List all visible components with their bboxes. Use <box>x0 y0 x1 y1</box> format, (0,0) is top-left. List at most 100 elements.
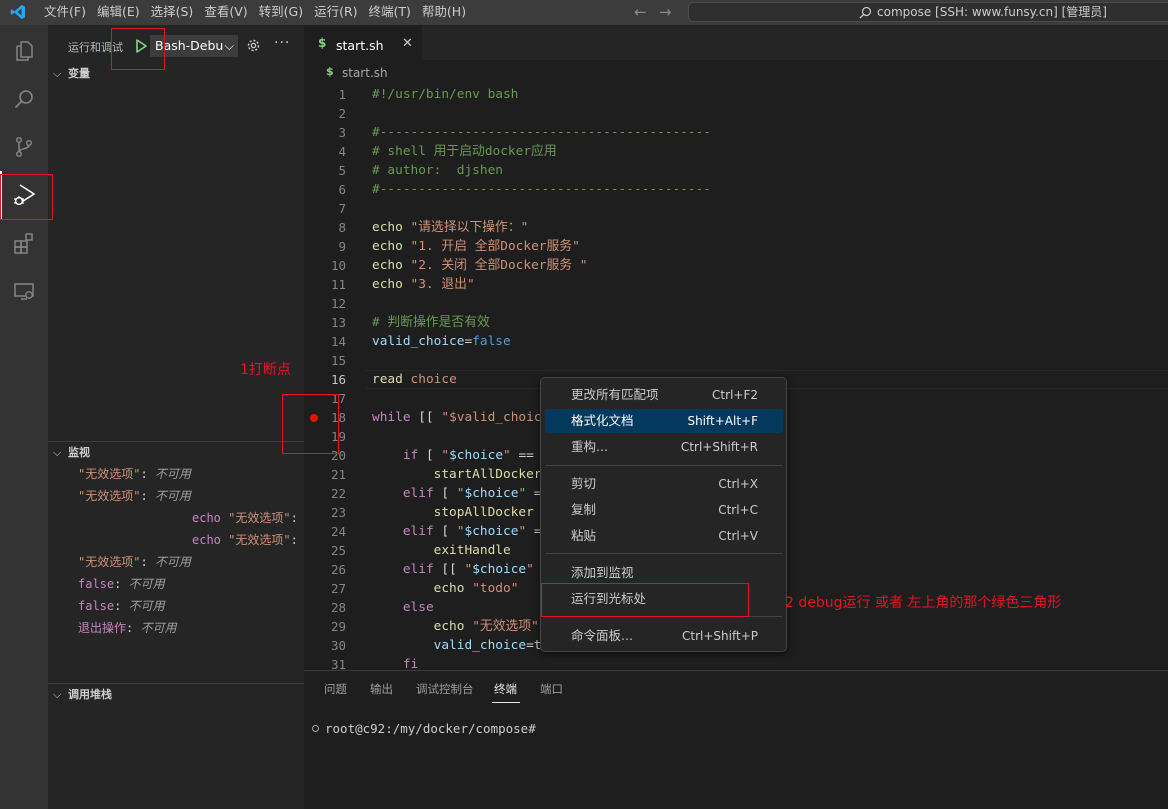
terminal-line[interactable]: root@c92:/my/docker/compose# <box>312 721 536 736</box>
arrow-left-icon[interactable]: ← <box>634 3 647 21</box>
variables-section-header[interactable]: ⌵ 变量 <box>48 63 304 85</box>
menu-item-add-to-watch[interactable]: 添加到监视 <box>545 561 783 585</box>
more-actions-icon[interactable]: ··· <box>274 35 290 51</box>
watch-item[interactable]: echo "无效选项": <box>192 529 298 551</box>
watch-expression: "无效选项" <box>228 533 291 547</box>
debug-config-name: Bash-Debug <box>155 38 232 53</box>
extensions-icon[interactable] <box>0 219 48 267</box>
menu-edit[interactable]: 编辑(E) <box>97 0 147 25</box>
watch-expression-prefix: echo <box>192 511 229 525</box>
menu-item-paste[interactable]: 粘贴 Ctrl+V <box>545 524 783 548</box>
code-line[interactable]: 4 # shell 用于启动docker应用 <box>304 142 1168 161</box>
menu-selection[interactable]: 选择(S) <box>151 0 201 25</box>
annotation-box-run-to-cursor <box>541 583 749 617</box>
code-line[interactable]: 14 valid_choice=false <box>304 332 1168 351</box>
line-number: 30 <box>330 638 346 653</box>
code-line[interactable]: 9 echo "1. 开启 全部Docker服务" <box>304 237 1168 256</box>
terminal-prompt: root@c92:/my/docker/compose# <box>325 721 536 736</box>
tab-ports[interactable]: 端口 <box>540 681 563 697</box>
code-line[interactable]: 2 <box>304 104 1168 123</box>
watch-item[interactable]: "无效选项": 不可用 <box>78 463 191 485</box>
code-token: = <box>464 334 473 349</box>
search-icon[interactable] <box>0 75 48 123</box>
tab-debug-console[interactable]: 调试控制台 <box>416 681 474 697</box>
menu-item-change-all-occurrences[interactable]: 更改所有匹配项 Ctrl+F2 <box>545 383 783 407</box>
chevron-down-icon: ⌵ <box>53 67 62 80</box>
code-line[interactable]: 12 <box>304 294 1168 313</box>
code-token: [[ <box>433 562 465 577</box>
code-text: read choice <box>372 370 457 389</box>
menu-item-cut[interactable]: 剪切 Ctrl+X <box>545 472 783 496</box>
watch-item[interactable]: "无效选项": 不可用 <box>78 485 191 507</box>
code-token: echo <box>372 220 403 235</box>
code-token: [ <box>433 486 457 501</box>
code-text: #---------------------------------------… <box>372 123 711 142</box>
menu-item-refactor[interactable]: 重构... Ctrl+Shift+R <box>545 435 783 459</box>
callstack-section-header[interactable]: ⌵ 调用堆栈 <box>48 683 304 705</box>
watch-item[interactable]: false: 不可用 <box>78 595 165 617</box>
menu-run[interactable]: 运行(R) <box>314 0 364 25</box>
source-control-icon[interactable] <box>0 123 48 171</box>
code-text: elif [ "$choice" = <box>372 522 542 541</box>
watch-item[interactable]: 退出操作: 不可用 <box>78 617 176 639</box>
variables-header-label: 变量 <box>68 67 90 80</box>
code-line[interactable]: 6 #--------------------------------------… <box>304 180 1168 199</box>
annotation-breakpoint-note: 1打断点 <box>240 362 291 378</box>
tab-terminal[interactable]: 终端 <box>494 681 517 697</box>
code-token: while <box>372 410 411 425</box>
code-line[interactable]: 3 #--------------------------------------… <box>304 123 1168 142</box>
code-line[interactable]: 1 #!/usr/bin/env bash <box>304 85 1168 104</box>
breadcrumb-file[interactable]: start.sh <box>342 66 388 80</box>
code-line[interactable]: 31 fi <box>304 655 1168 670</box>
code-line[interactable]: 8 echo "请选择以下操作：" <box>304 218 1168 237</box>
code-line[interactable]: 10 echo "2. 关闭 全部Docker服务 " <box>304 256 1168 275</box>
code-token: echo <box>372 277 403 292</box>
gear-icon[interactable] <box>246 38 261 53</box>
arrow-right-icon[interactable]: → <box>659 3 672 21</box>
code-text: # 判断操作是否有效 <box>372 313 490 332</box>
watch-expression: 退出操作 <box>78 621 127 635</box>
menu-terminal[interactable]: 终端(T) <box>369 0 418 25</box>
tab-start-sh[interactable]: $ start.sh ✕ <box>304 25 422 60</box>
code-token: fi <box>402 657 419 670</box>
menu-view[interactable]: 查看(V) <box>204 0 254 25</box>
code-text: echo "3. 退出" <box>372 275 475 294</box>
annotation-box-breakpoint <box>282 394 339 454</box>
menu-go[interactable]: 转到(G) <box>259 0 310 25</box>
circle-icon <box>312 725 319 732</box>
code-line[interactable]: 11 echo "3. 退出" <box>304 275 1168 294</box>
watch-item[interactable]: echo "无效选项": <box>192 507 298 529</box>
watch-expression: "无效选项" <box>78 467 141 481</box>
menu-item-copy[interactable]: 复制 Ctrl+C <box>545 498 783 522</box>
code-token: # 判断操作是否有效 <box>372 315 490 330</box>
code-line[interactable]: 7 <box>304 199 1168 218</box>
code-token: false <box>472 334 511 349</box>
line-number: 1 <box>338 87 346 102</box>
remote-explorer-icon[interactable] <box>0 267 48 315</box>
code-line[interactable]: 5 # author: djshen <box>304 161 1168 180</box>
menu-separator <box>546 465 782 466</box>
watch-item[interactable]: false: 不可用 <box>78 573 165 595</box>
menu-item-format-document[interactable]: 格式化文档 Shift+Alt+F <box>545 409 783 433</box>
watch-value: 不可用 <box>154 489 191 503</box>
menu-file[interactable]: 文件(F) <box>44 0 93 25</box>
title-bar: 文件(F) 编辑(E) 选择(S) 查看(V) 转到(G) 运行(R) 终端(T… <box>0 0 1168 25</box>
watch-item[interactable]: "无效选项": 不可用 <box>78 551 191 573</box>
tab-problems[interactable]: 问题 <box>324 681 347 697</box>
line-number: 7 <box>338 201 346 216</box>
tab-output[interactable]: 输出 <box>370 681 393 697</box>
code-line[interactable]: 13 # 判断操作是否有效 <box>304 313 1168 332</box>
explorer-icon[interactable] <box>0 27 48 75</box>
code-line[interactable]: 15 <box>304 351 1168 370</box>
watch-section-header[interactable]: ⌵ 监视 <box>48 441 304 463</box>
menu-item-command-palette[interactable]: 命令面板... Ctrl+Shift+P <box>545 624 783 648</box>
code-token: == <box>510 448 534 463</box>
code-text: else <box>372 598 434 617</box>
close-icon[interactable]: ✕ <box>402 36 413 51</box>
command-center[interactable]: compose [SSH: www.funsy.cn] [管理员] <box>688 2 1168 22</box>
menu-help[interactable]: 帮助(H) <box>422 0 473 25</box>
